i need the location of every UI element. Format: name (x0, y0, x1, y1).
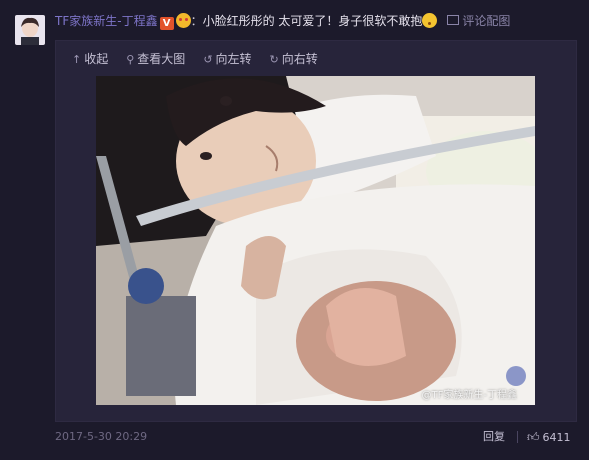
reply-button[interactable]: 回复 (483, 428, 505, 446)
comment-with-pic-label: 评论配图 (462, 14, 511, 28)
view-large-button[interactable]: ⚲ 查看大图 (126, 51, 185, 68)
username-link[interactable]: TF家族新生-丁程鑫 (55, 14, 158, 28)
photo-illustration (96, 76, 535, 405)
thumbs-up-icon: 👍︎ (527, 430, 540, 444)
media-toolbar: ↑ 收起 ⚲ 查看大图 ↺ 向左转 ↻ 向右转 (72, 51, 336, 68)
like-count: 6411 (542, 431, 571, 444)
rotate-right-button[interactable]: ↻ 向右转 (270, 51, 318, 68)
rotate-left-label: 向左转 (215, 52, 252, 66)
heart-eyes-emoji-icon (175, 13, 191, 28)
photo-watermark: @TF家族新生-丁程鑫 (421, 390, 517, 401)
post-line: TF家族新生-丁程鑫 V ：小脸红彤彤的 太可爱了！身子很软不敢抱 评论配图 (55, 11, 510, 31)
post-photo[interactable]: @TF家族新生-丁程鑫 (96, 76, 535, 405)
avatar[interactable] (15, 15, 45, 45)
image-icon (447, 15, 460, 25)
rotate-left-button[interactable]: ↺ 向左转 (203, 51, 251, 68)
collapse-label: 收起 (84, 52, 109, 66)
rotate-left-icon: ↺ (203, 53, 213, 66)
media-box: ↑ 收起 ⚲ 查看大图 ↺ 向左转 ↻ 向右转 @TF家族新生-丁程鑫 (55, 40, 577, 422)
post-timestamp[interactable]: 2017-5-30 20:29 (55, 428, 147, 446)
rotate-right-icon: ↻ (269, 53, 279, 66)
footer-divider (517, 431, 518, 443)
post-text: 小脸红彤彤的 太可爱了！身子很软不敢抱 (202, 14, 423, 28)
shy-face-emoji-icon (422, 13, 438, 28)
comment-with-pic-button[interactable]: 评论配图 (447, 14, 510, 28)
verified-badge-icon: V (159, 17, 174, 30)
view-large-label: 查看大图 (137, 52, 186, 66)
post-separator: ： (190, 14, 203, 28)
search-icon: ⚲ (126, 53, 135, 66)
collapse-button[interactable]: ↑ 收起 (72, 51, 108, 68)
arrow-up-icon: ↑ (72, 53, 82, 66)
like-button[interactable]: 👍︎ 6411 (527, 428, 571, 447)
rotate-right-label: 向右转 (281, 52, 318, 66)
